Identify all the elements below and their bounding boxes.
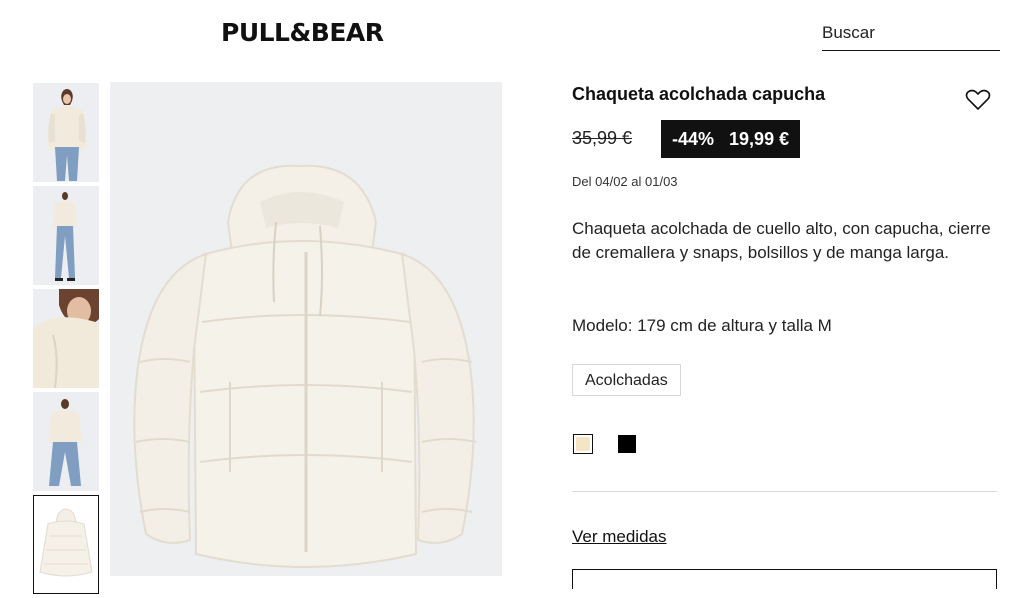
thumbnail-3[interactable]: [33, 289, 99, 388]
sale-price: 19,99 €: [729, 129, 790, 149]
thumbnail-4[interactable]: [33, 392, 99, 491]
original-price: 35,99 €: [572, 128, 633, 148]
color-swatch-cream[interactable]: [573, 434, 593, 454]
category-tag[interactable]: Acolchadas: [572, 364, 681, 396]
main-product-image[interactable]: [110, 82, 502, 576]
jacket-image: [110, 82, 502, 576]
color-swatch-black[interactable]: [618, 435, 636, 453]
heart-icon[interactable]: [965, 88, 991, 112]
brand-logo[interactable]: PULL&BEAR: [221, 18, 384, 47]
model-full-body-image: [33, 186, 99, 285]
search-label: Buscar: [822, 23, 875, 42]
product-description: Chaqueta acolchada de cuello alto, con c…: [572, 219, 991, 262]
product-title: Chaqueta acolchada capucha: [572, 84, 826, 104]
thumbnail-2[interactable]: [33, 186, 99, 285]
divider: [572, 491, 997, 492]
model-info: Modelo: 179 cm de altura y talla M: [572, 316, 832, 335]
jacket-product-thumb-image: [34, 496, 98, 593]
discount-percent: -44%: [672, 129, 715, 149]
search-input[interactable]: Buscar: [822, 22, 1000, 51]
thumbnail-5-selected[interactable]: [33, 495, 99, 594]
thumbnail-1[interactable]: [33, 83, 99, 182]
model-closeup-image: [33, 289, 99, 388]
size-selector[interactable]: [572, 569, 997, 589]
sale-badge: -44% 19,99 €: [661, 120, 801, 158]
model-front-image: [33, 83, 99, 182]
color-swatch-cream-fill: [576, 437, 590, 451]
sale-dates: Del 04/02 al 01/03: [572, 174, 678, 189]
thumbnail-gallery: [33, 83, 99, 598]
size-guide-link[interactable]: Ver medidas: [572, 527, 667, 547]
model-standing-image: [33, 392, 99, 491]
